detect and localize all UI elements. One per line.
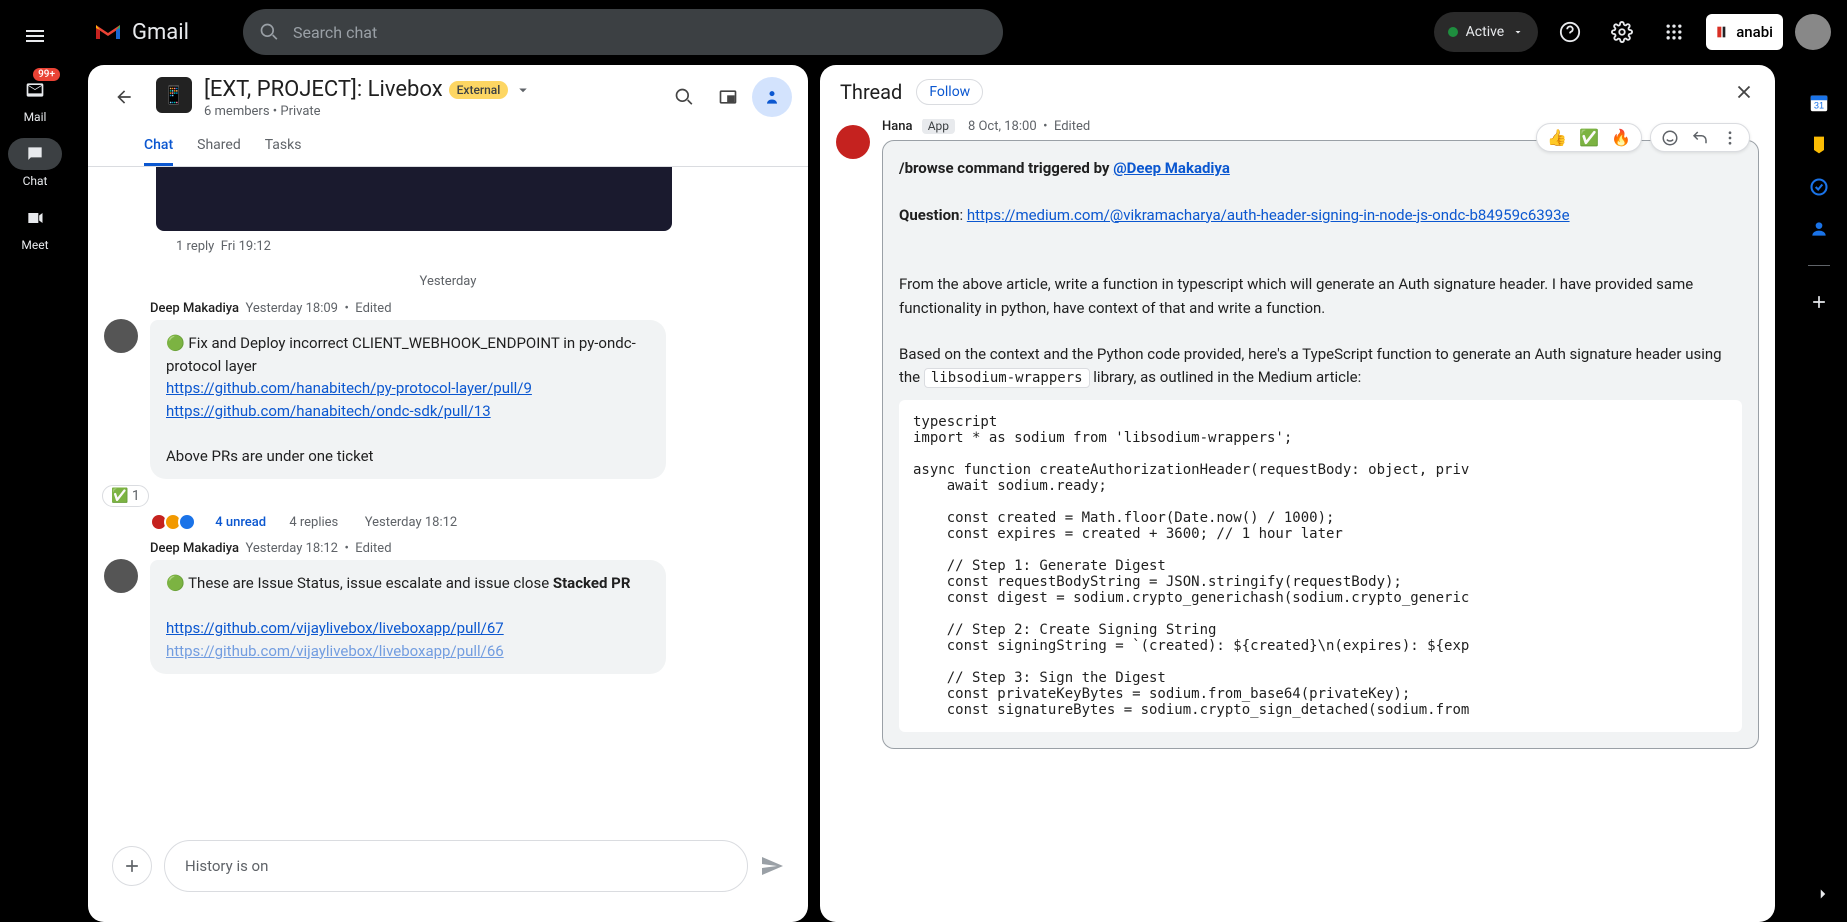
space-subtitle: 6 members • Private bbox=[204, 104, 532, 119]
org-label: anabi bbox=[1736, 23, 1773, 41]
space-menu-button[interactable] bbox=[514, 81, 532, 99]
close-thread-button[interactable] bbox=[1733, 81, 1755, 103]
presence-menu[interactable]: Active bbox=[1434, 12, 1539, 52]
brand-text: Gmail bbox=[132, 20, 189, 45]
presence-dot-icon bbox=[1448, 27, 1458, 37]
nav-mail-label: Mail bbox=[24, 110, 47, 124]
send-button[interactable] bbox=[760, 854, 784, 878]
close-icon bbox=[1733, 81, 1755, 103]
message-meta: Deep Makadiya Yesterday 18:09 • Edited bbox=[150, 301, 792, 316]
thread-title: Thread bbox=[840, 80, 902, 104]
follow-button[interactable]: Follow bbox=[916, 79, 983, 105]
reply-icon[interactable] bbox=[1691, 129, 1709, 147]
presence-label: Active bbox=[1466, 24, 1505, 40]
divider bbox=[1808, 265, 1830, 266]
pr-link[interactable]: https://github.com/hanabitech/py-protoco… bbox=[166, 379, 532, 397]
avatar bbox=[836, 125, 870, 159]
gear-icon bbox=[1611, 21, 1633, 43]
tasks-icon bbox=[1809, 177, 1829, 197]
mention-link[interactable]: @Deep Makadiya bbox=[1113, 159, 1230, 177]
summarize-button[interactable] bbox=[752, 77, 792, 117]
chevron-down-icon bbox=[514, 81, 532, 99]
search-input[interactable]: Search chat bbox=[243, 9, 1003, 55]
contacts-addon[interactable] bbox=[1807, 217, 1831, 241]
back-button[interactable] bbox=[104, 77, 144, 117]
search-icon bbox=[674, 87, 694, 107]
plus-icon bbox=[1809, 292, 1829, 312]
nav-meet-label: Meet bbox=[21, 238, 48, 252]
inline-code: libsodium-wrappers bbox=[924, 368, 1090, 388]
contacts-icon bbox=[1809, 219, 1829, 239]
show-side-panel-button[interactable] bbox=[1803, 874, 1843, 914]
plus-icon bbox=[122, 856, 142, 876]
send-icon bbox=[760, 854, 784, 878]
thread-message-card[interactable]: 👍 ✅ 🔥 / bbox=[882, 140, 1759, 749]
message-bubble[interactable]: 🟢 Fix and Deploy incorrect CLIENT_WEBHOO… bbox=[150, 320, 666, 479]
arrow-left-icon bbox=[114, 87, 134, 107]
thread-summary[interactable]: 4 unread 4 replies Yesterday 18:12 bbox=[150, 513, 792, 531]
support-button[interactable] bbox=[1550, 12, 1590, 52]
participant-avatars bbox=[150, 513, 192, 531]
tab-chat[interactable]: Chat bbox=[144, 127, 173, 166]
external-badge: External bbox=[449, 81, 509, 99]
keep-icon bbox=[1809, 135, 1829, 155]
svg-text:31: 31 bbox=[1814, 101, 1824, 111]
chevron-right-icon bbox=[1814, 885, 1832, 903]
pr-link[interactable]: https://github.com/hanabitech/ondc-sdk/p… bbox=[166, 402, 491, 420]
get-addons-button[interactable] bbox=[1807, 290, 1831, 314]
search-placeholder: Search chat bbox=[293, 23, 377, 42]
nav-chat-label: Chat bbox=[23, 174, 48, 188]
chevron-down-icon bbox=[1512, 26, 1524, 38]
reply-summary[interactable]: 1 reply Fri 19:12 bbox=[176, 239, 792, 254]
account-avatar[interactable] bbox=[1795, 14, 1831, 50]
tasks-addon[interactable] bbox=[1807, 175, 1831, 199]
tab-tasks[interactable]: Tasks bbox=[265, 127, 302, 166]
popout-button[interactable] bbox=[708, 77, 748, 117]
question-link[interactable]: https://medium.com/@vikramacharya/auth-h… bbox=[967, 206, 1570, 224]
popout-icon bbox=[718, 87, 738, 107]
message-bubble[interactable]: 🟢 These are Issue Status, issue escalate… bbox=[150, 560, 666, 674]
reaction-chip[interactable]: ✅ 1 bbox=[102, 485, 149, 507]
settings-button[interactable] bbox=[1602, 12, 1642, 52]
space-avatar: 📱 bbox=[156, 77, 192, 113]
day-separator: Yesterday bbox=[104, 274, 792, 289]
search-space-button[interactable] bbox=[664, 77, 704, 117]
person-spark-icon bbox=[762, 87, 782, 107]
org-badge[interactable]: anabi bbox=[1706, 14, 1783, 50]
gmail-icon bbox=[94, 21, 122, 43]
apps-button[interactable] bbox=[1654, 12, 1694, 52]
code-block[interactable]: typescript import * as sodium from 'libs… bbox=[899, 400, 1742, 732]
add-attachment-button[interactable] bbox=[112, 846, 152, 886]
search-icon bbox=[259, 22, 279, 42]
keep-addon[interactable] bbox=[1807, 133, 1831, 157]
main-menu-button[interactable] bbox=[11, 12, 59, 60]
help-icon bbox=[1559, 21, 1581, 43]
apps-grid-icon bbox=[1664, 22, 1684, 42]
calendar-icon: 31 bbox=[1808, 92, 1830, 114]
avatar bbox=[104, 559, 138, 593]
pr-link[interactable]: https://github.com/vijaylivebox/liveboxa… bbox=[166, 619, 504, 637]
nav-mail[interactable]: 99+ Mail bbox=[8, 74, 62, 124]
more-icon[interactable] bbox=[1721, 129, 1739, 147]
image-attachment[interactable] bbox=[156, 167, 672, 231]
gmail-logo[interactable]: Gmail bbox=[94, 20, 189, 45]
avatar bbox=[104, 319, 138, 353]
quick-reactions[interactable]: 👍 ✅ 🔥 bbox=[1536, 123, 1642, 152]
calendar-addon[interactable]: 31 bbox=[1807, 91, 1831, 115]
tab-shared[interactable]: Shared bbox=[197, 127, 241, 166]
emoji-icon[interactable] bbox=[1661, 129, 1679, 147]
space-title: [EXT, PROJECT]: Livebox bbox=[204, 77, 443, 102]
pr-link[interactable]: https://github.com/vijaylivebox/liveboxa… bbox=[166, 642, 504, 660]
compose-input[interactable]: History is on bbox=[164, 840, 748, 892]
nav-meet[interactable]: Meet bbox=[8, 202, 62, 252]
mail-badge: 99+ bbox=[33, 68, 60, 81]
message-meta: Deep Makadiya Yesterday 18:12 • Edited bbox=[150, 541, 792, 556]
org-logo-icon bbox=[1716, 24, 1732, 40]
nav-chat[interactable]: Chat bbox=[8, 138, 62, 188]
message-actions[interactable] bbox=[1650, 123, 1750, 152]
